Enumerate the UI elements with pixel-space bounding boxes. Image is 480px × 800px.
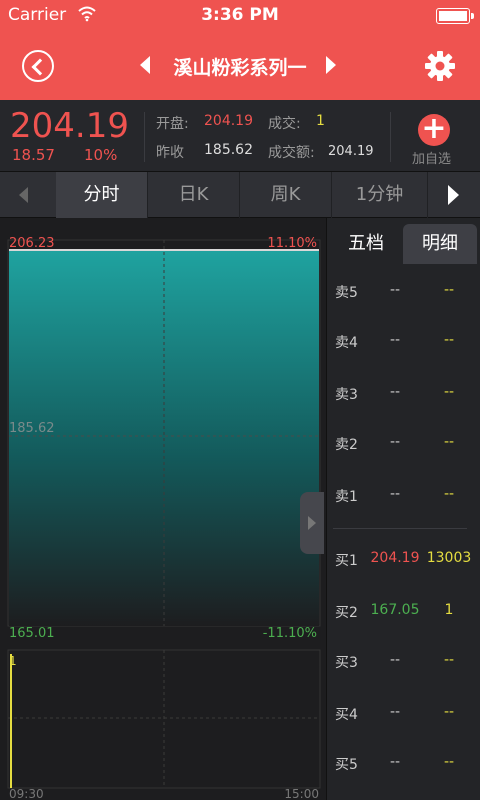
back-button[interactable] [22,50,54,82]
tab-intraday[interactable]: 分时 [56,172,148,218]
divider [390,112,391,162]
start-time-label: 09:30 [9,787,44,800]
axis-low-label: 165.01 [9,626,55,641]
bid-row: 买3 -- -- [327,652,480,682]
end-time-label: 15:00 [284,787,319,800]
ask-volume: -- [443,384,455,400]
bid-level-label: 买2 [335,605,358,621]
tabs-scroll-right-icon[interactable] [428,172,480,218]
period-tab-bar: 分时 日K 周K 1分钟 [0,172,480,218]
ask-row: 卖4 -- -- [327,332,480,362]
bid-volume: -- [443,754,455,770]
tab-trade-details[interactable]: 明细 [403,224,477,264]
ask-row: 卖3 -- -- [327,384,480,414]
ask-level-label: 卖5 [335,285,358,301]
current-price: 204.19 [10,106,129,146]
bid-price: -- [389,652,401,668]
intraday-chart[interactable]: 206.23 11.10% 185.62 165.01 -11.10% 1 09… [0,218,326,800]
tab-weekly-k[interactable]: 周K [240,172,332,218]
axis-high-pct-label: 11.10% [267,236,317,251]
bid-volume: -- [443,652,455,668]
prev-close-label: 昨收 [156,145,184,161]
open-label: 开盘: [156,116,189,132]
bid-level-label: 买1 [335,553,358,569]
bid-volume: -- [443,704,455,720]
ask-price: -- [389,384,401,400]
panel-toggle-arrow-icon[interactable] [300,492,324,554]
add-watchlist-plus-icon[interactable]: + [418,114,450,146]
ask-level-label: 卖2 [335,437,358,453]
bid-row: 买2 167.05 1 [327,602,480,632]
bid-row: 买1 204.19 13003 [327,550,480,580]
ask-price: -- [389,434,401,450]
ask-volume: -- [443,434,455,450]
stock-name: 溪山粉彩系列一 [173,57,307,79]
ask-price: -- [389,332,401,348]
tab-1-minute[interactable]: 1分钟 [332,172,428,218]
nav-bar: 溪山粉彩系列一 [0,32,480,100]
turnover-label: 成交额: [268,145,315,161]
prev-close-value: 185.62 [204,142,253,158]
bid-level-label: 买5 [335,757,358,773]
tab-five-levels[interactable]: 五档 [331,224,401,264]
volume-value: 1 [316,113,325,129]
axis-high-label: 206.23 [9,236,55,251]
ask-price: -- [389,486,401,502]
bid-volume: 1 [444,602,454,618]
tabs-scroll-left-icon[interactable] [0,172,56,218]
turnover-value: 204.19 [328,144,374,159]
next-stock-arrow-icon[interactable] [326,56,336,74]
bid-volume: 13003 [426,550,472,566]
open-value: 204.19 [204,113,253,129]
ask-level-label: 卖3 [335,387,358,403]
bid-price: -- [389,704,401,720]
ask-level-label: 卖1 [335,489,358,505]
bid-price: -- [389,754,401,770]
ask-volume: -- [443,486,455,502]
settings-gear-icon[interactable] [424,50,456,82]
bid-price: 204.19 [370,550,420,566]
price-change-pct: 10% [84,146,118,164]
ask-row: 卖1 -- -- [327,486,480,516]
price-change: 18.57 [12,146,55,164]
bid-price: 167.05 [370,602,420,618]
add-watchlist-label[interactable]: 加自选 [412,148,451,167]
bid-ask-divider [333,528,467,529]
volume-label: 成交: [268,116,301,132]
divider [144,112,145,162]
ask-price: -- [389,282,401,298]
bid-row: 买4 -- -- [327,704,480,734]
ask-volume: -- [443,332,455,348]
order-book-panel: 五档 明细 卖5 -- -- 卖4 -- -- 卖3 -- -- 卖2 -- -… [326,218,480,800]
tab-daily-k[interactable]: 日K [148,172,240,218]
ask-level-label: 卖4 [335,335,358,351]
ask-row: 卖5 -- -- [327,282,480,312]
quote-header: 204.19 18.57 10% 开盘: 204.19 成交: 1 昨收 185… [0,100,480,172]
axis-mid-label: 185.62 [9,421,55,436]
ask-volume: -- [443,282,455,298]
battery-icon [436,8,474,24]
clock: 3:36 PM [201,5,279,25]
bid-level-label: 买4 [335,707,358,723]
ask-row: 卖2 -- -- [327,434,480,464]
volume-marker-label: 1 [9,654,17,668]
bid-row: 买5 -- -- [327,754,480,784]
bid-level-label: 买3 [335,655,358,671]
axis-low-pct-label: -11.10% [263,626,317,641]
status-bar: Carrier 3:36 PM [0,0,480,32]
